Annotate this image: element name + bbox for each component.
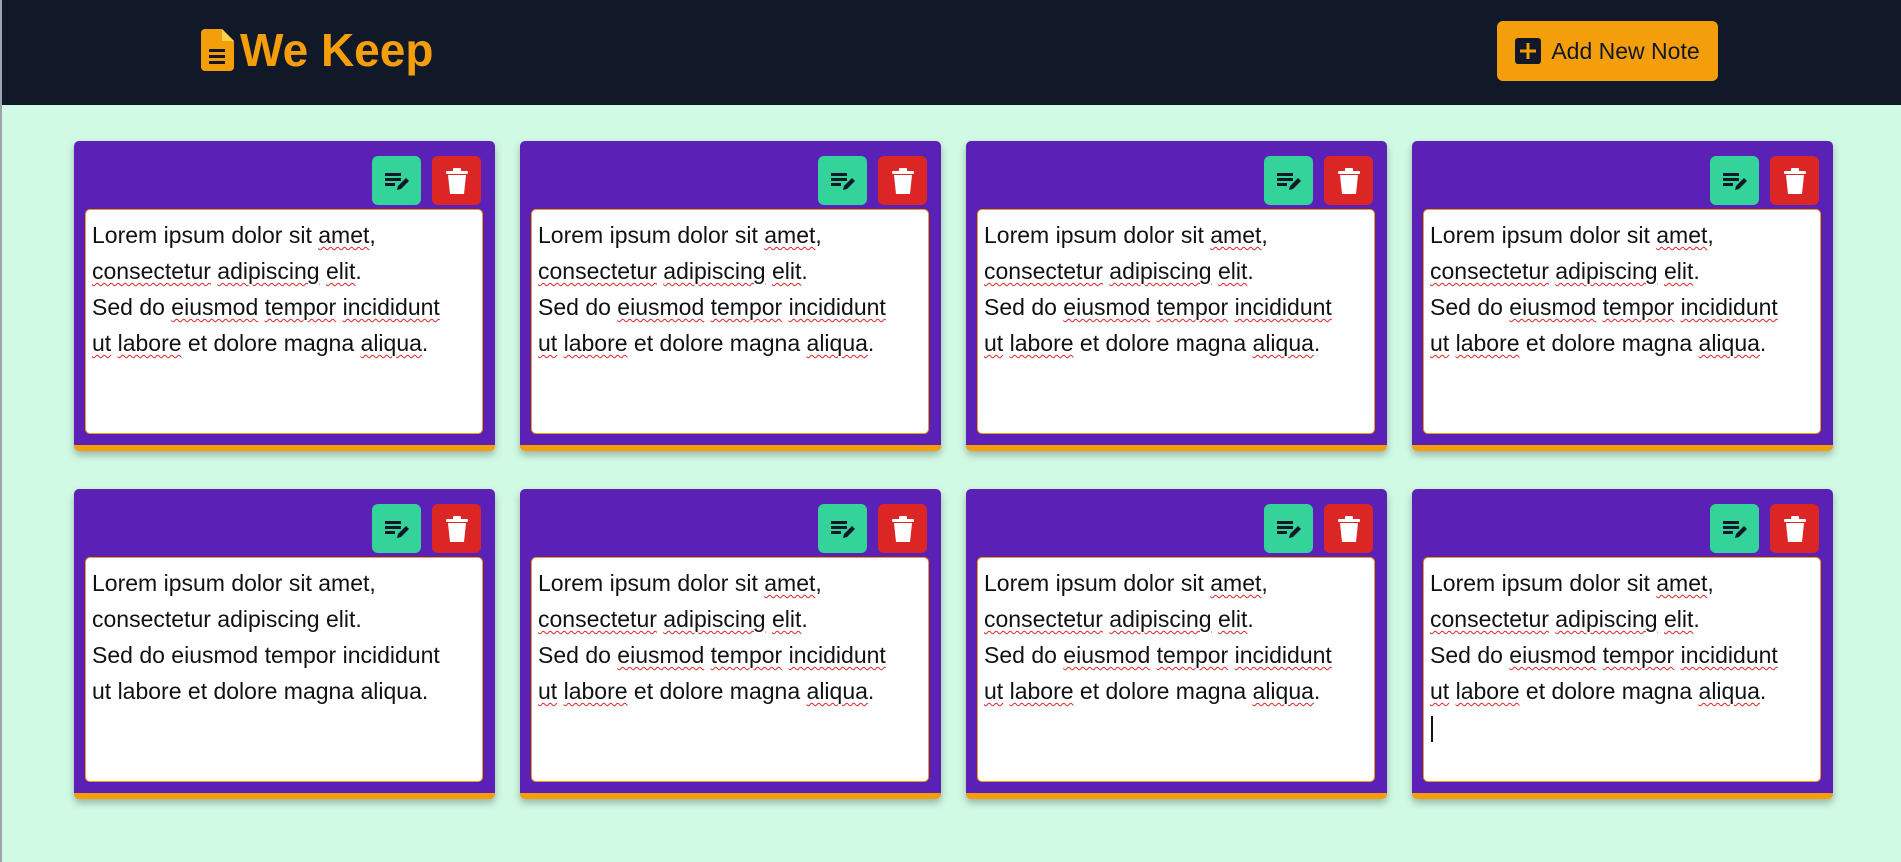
edit-note-button[interactable] <box>1710 156 1759 205</box>
edit-note-button[interactable] <box>372 504 421 553</box>
app-title: We Keep <box>240 24 434 76</box>
note-line: Sed do eiusmod tempor incididunt <box>1430 642 1778 668</box>
note-line: ut labore et dolore magna aliqua. <box>92 330 429 356</box>
trash-icon <box>1783 515 1806 542</box>
note-textarea[interactable]: Lorem ipsum dolor sit amet, consectetur a… <box>531 209 929 434</box>
note-line: consectetur adipiscing elit. <box>1430 606 1700 632</box>
delete-note-button[interactable] <box>1324 156 1373 205</box>
note-line: ut labore et dolore magna aliqua. <box>1430 330 1767 356</box>
note-line: Sed do eiusmod tempor incididunt <box>92 294 440 320</box>
edit-note-button[interactable] <box>1264 504 1313 553</box>
note-line: Sed do eiusmod tempor incididunt <box>984 294 1332 320</box>
note-card: Lorem ipsum dolor sit amet, consectetur a… <box>1412 489 1833 799</box>
note-line: consectetur adipiscing elit. <box>92 258 362 284</box>
caret-line <box>1430 709 1814 745</box>
note-line: Lorem ipsum dolor sit amet, <box>538 570 822 596</box>
note-textarea[interactable]: Lorem ipsum dolor sit amet, consectetur a… <box>977 209 1375 434</box>
trash-icon <box>1337 167 1360 194</box>
note-line: Lorem ipsum dolor sit amet, <box>538 222 822 248</box>
delete-note-button[interactable] <box>878 156 927 205</box>
note-line: Lorem ipsum dolor sit amet, <box>92 570 376 596</box>
note-line: ut labore et dolore magna aliqua. <box>538 678 875 704</box>
delete-note-button[interactable] <box>1770 504 1819 553</box>
note-line: consectetur adipiscing elit. <box>984 606 1254 632</box>
edit-note-button[interactable] <box>818 156 867 205</box>
note-line: Sed do eiusmod tempor incididunt <box>984 642 1332 668</box>
edit-note-icon <box>1722 520 1747 538</box>
note-card: Lorem ipsum dolor sit amet, consectetur a… <box>74 141 495 451</box>
note-textarea[interactable]: Lorem ipsum dolor sit amet, consectetur a… <box>1423 557 1821 782</box>
delete-note-button[interactable] <box>878 504 927 553</box>
note-line: consectetur adipiscing elit. <box>1430 258 1700 284</box>
note-textarea[interactable]: Lorem ipsum dolor sit amet, consectetur a… <box>977 557 1375 782</box>
edit-note-icon <box>384 520 409 538</box>
note-line: Sed do eiusmod tempor incididunt <box>92 642 440 668</box>
note-line: Lorem ipsum dolor sit amet, <box>984 222 1268 248</box>
note-textarea[interactable]: Lorem ipsum dolor sit amet, consectetur a… <box>85 209 483 434</box>
plus-square-icon <box>1515 38 1542 64</box>
edit-note-icon <box>384 172 409 190</box>
edit-note-icon <box>830 520 855 538</box>
note-card: Lorem ipsum dolor sit amet, consectetur a… <box>966 141 1387 451</box>
trash-icon <box>1783 167 1806 194</box>
edit-note-icon <box>1276 520 1301 538</box>
delete-note-button[interactable] <box>1770 156 1819 205</box>
note-card: Lorem ipsum dolor sit amet, consectetur a… <box>520 489 941 799</box>
note-line: consectetur adipiscing elit. <box>538 258 808 284</box>
note-textarea[interactable]: Lorem ipsum dolor sit amet, consectetur a… <box>85 557 483 782</box>
note-card: Lorem ipsum dolor sit amet, consectetur a… <box>74 489 495 799</box>
delete-note-button[interactable] <box>1324 504 1373 553</box>
edit-note-button[interactable] <box>1710 504 1759 553</box>
navbar: We Keep Add New Note <box>2 0 1901 105</box>
note-textarea[interactable]: Lorem ipsum dolor sit amet, consectetur a… <box>1423 209 1821 434</box>
note-line: Lorem ipsum dolor sit amet, <box>1430 222 1714 248</box>
trash-icon <box>891 515 914 542</box>
delete-note-button[interactable] <box>432 504 481 553</box>
note-line: Sed do eiusmod tempor incididunt <box>538 642 886 668</box>
note-line: Sed do eiusmod tempor incididunt <box>538 294 886 320</box>
note-line: ut labore et dolore magna aliqua. <box>984 678 1321 704</box>
edit-note-icon <box>830 172 855 190</box>
note-line: Sed do eiusmod tempor incididunt <box>1430 294 1778 320</box>
add-new-note-label: Add New Note <box>1551 37 1700 64</box>
edit-note-icon <box>1276 172 1301 190</box>
trash-icon <box>445 515 468 542</box>
edit-note-button[interactable] <box>1264 156 1313 205</box>
note-line: ut labore et dolore magna aliqua. <box>984 330 1321 356</box>
trash-icon <box>1337 515 1360 542</box>
note-line: consectetur adipiscing elit. <box>538 606 808 632</box>
trash-icon <box>891 167 914 194</box>
edit-note-icon <box>1722 172 1747 190</box>
brand: We Keep <box>200 24 433 76</box>
note-line: consectetur adipiscing elit. <box>984 258 1254 284</box>
note-line: ut labore et dolore magna aliqua. <box>92 678 429 704</box>
note-line: consectetur adipiscing elit. <box>92 606 362 632</box>
trash-icon <box>445 167 468 194</box>
note-line: Lorem ipsum dolor sit amet, <box>984 570 1268 596</box>
note-card: Lorem ipsum dolor sit amet, consectetur a… <box>1412 141 1833 451</box>
edit-note-button[interactable] <box>818 504 867 553</box>
note-card: Lorem ipsum dolor sit amet, consectetur a… <box>966 489 1387 799</box>
note-line: ut labore et dolore magna aliqua. <box>1430 678 1767 704</box>
note-line: ut labore et dolore magna aliqua. <box>538 330 875 356</box>
note-line: Lorem ipsum dolor sit amet, <box>1430 570 1714 596</box>
note-line: Lorem ipsum dolor sit amet, <box>92 222 376 248</box>
delete-note-button[interactable] <box>432 156 481 205</box>
edit-note-button[interactable] <box>372 156 421 205</box>
text-caret <box>1431 715 1433 742</box>
file-text-icon <box>201 29 234 71</box>
note-textarea[interactable]: Lorem ipsum dolor sit amet, consectetur a… <box>531 557 929 782</box>
add-new-note-button[interactable]: Add New Note <box>1497 21 1718 81</box>
note-card: Lorem ipsum dolor sit amet, consectetur a… <box>520 141 941 451</box>
